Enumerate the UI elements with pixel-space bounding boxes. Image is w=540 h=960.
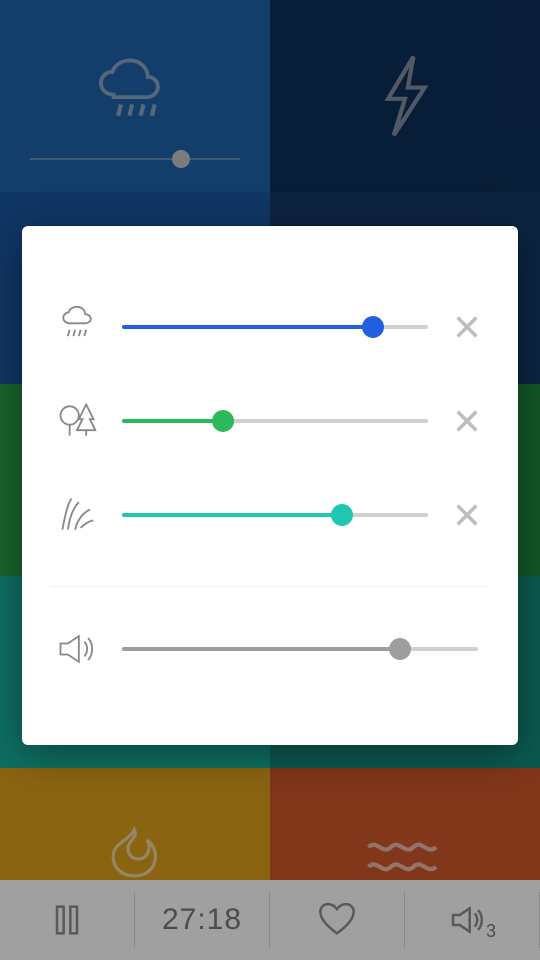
slider-forest[interactable] [122,409,428,433]
rain-icon [50,305,104,349]
reeds-icon [50,493,104,537]
mixer-row-wind [50,468,488,562]
mixer-row-forest [50,374,488,468]
heart-icon [317,900,357,940]
active-sounds-button[interactable]: 3 [405,892,540,948]
pause-icon [47,900,87,940]
remove-wind-button[interactable] [446,501,488,529]
slider-wind[interactable] [122,503,428,527]
mixer-panel [22,226,518,745]
timer-display[interactable]: 27:18 [135,892,270,948]
mixer-divider [50,586,488,587]
pause-button[interactable] [0,892,135,948]
remove-forest-button[interactable] [446,407,488,435]
favorite-button[interactable] [270,892,405,948]
timer-text: 27:18 [162,903,242,937]
slider-master[interactable] [122,637,478,661]
slider-rain[interactable] [122,315,428,339]
active-count: 3 [486,921,496,942]
player-bar: 27:18 3 [0,880,540,960]
mixer-row-rain [50,280,488,374]
remove-rain-button[interactable] [446,313,488,341]
speaker-icon [50,627,104,671]
mixer-row-master [50,627,488,671]
speaker-icon [448,900,488,940]
trees-icon [50,399,104,443]
